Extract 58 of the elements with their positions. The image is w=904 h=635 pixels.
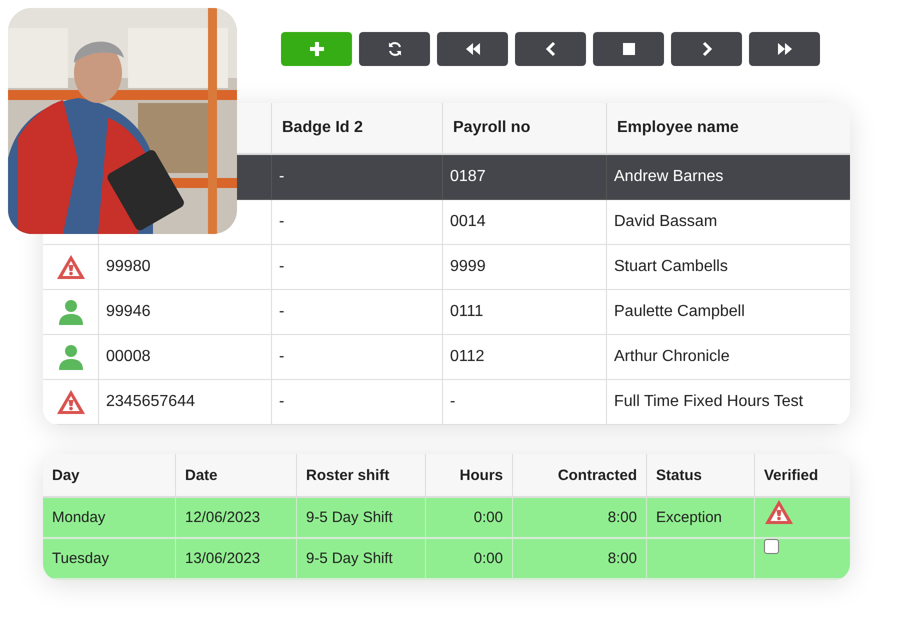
column-header: Payroll no [443, 103, 607, 155]
table-cell: 0112 [443, 335, 607, 380]
plus-button[interactable] [281, 32, 352, 66]
table-cell: 9-5 Day Shift [297, 498, 426, 539]
table-cell: 0:00 [426, 498, 513, 539]
column-header: Roster shift [297, 454, 426, 498]
column-header: Employee name [607, 103, 850, 155]
rewind-icon [464, 41, 480, 57]
table-cell: 99946 [99, 290, 272, 335]
fast-forward-icon [776, 41, 792, 57]
refresh-button[interactable] [359, 32, 430, 66]
table-cell: 99980 [99, 245, 272, 290]
warning-icon [56, 253, 86, 281]
rewind-button[interactable] [437, 32, 508, 66]
table-cell: 13/06/2023 [176, 539, 297, 580]
table-cell: - [272, 290, 443, 335]
plus-icon [308, 41, 324, 57]
stop-icon [620, 41, 636, 57]
table-cell: Tuesday [43, 539, 176, 580]
table-cell: 0:00 [426, 539, 513, 580]
table-cell: - [272, 155, 443, 200]
table-cell: David Bassam [607, 200, 850, 245]
table-cell: Monday [43, 498, 176, 539]
table-cell: Arthur Chronicle [607, 335, 850, 380]
column-header: Verified [755, 454, 850, 498]
column-header: Date [176, 454, 297, 498]
table-cell: 9999 [443, 245, 607, 290]
table-cell: - [272, 335, 443, 380]
chevron-right-button[interactable] [671, 32, 742, 66]
table-cell: - [272, 245, 443, 290]
fast-forward-button[interactable] [749, 32, 820, 66]
table-cell: Stuart Cambells [607, 245, 850, 290]
table-cell: 8:00 [513, 539, 647, 580]
table-cell: - [272, 200, 443, 245]
table-cell: 8:00 [513, 498, 647, 539]
warning-icon [56, 388, 86, 416]
table-cell: 12/06/2023 [176, 498, 297, 539]
checkbox[interactable] [764, 539, 779, 554]
table-cell: - [272, 380, 443, 425]
table-cell: 9-5 Day Shift [297, 539, 426, 580]
stop-button[interactable] [593, 32, 664, 66]
table-cell: 0187 [443, 155, 607, 200]
column-header: Status [647, 454, 755, 498]
table-cell: Full Time Fixed Hours Test [607, 380, 850, 425]
table-cell: 00008 [99, 335, 272, 380]
table-cell: Paulette Campbell [607, 290, 850, 335]
chevron-left-button[interactable] [515, 32, 586, 66]
table-cell: Exception [647, 498, 755, 539]
table-cell: 0111 [443, 290, 607, 335]
column-header: Badge Id 2 [272, 103, 443, 155]
column-header: Day [43, 454, 176, 498]
table-cell: - [443, 380, 607, 425]
refresh-icon [386, 41, 402, 57]
table-cell: Andrew Barnes [607, 155, 850, 200]
column-header: Hours [426, 454, 513, 498]
table-cell: 0014 [443, 200, 607, 245]
table-cell: 2345657644 [99, 380, 272, 425]
column-header: Contracted [513, 454, 647, 498]
